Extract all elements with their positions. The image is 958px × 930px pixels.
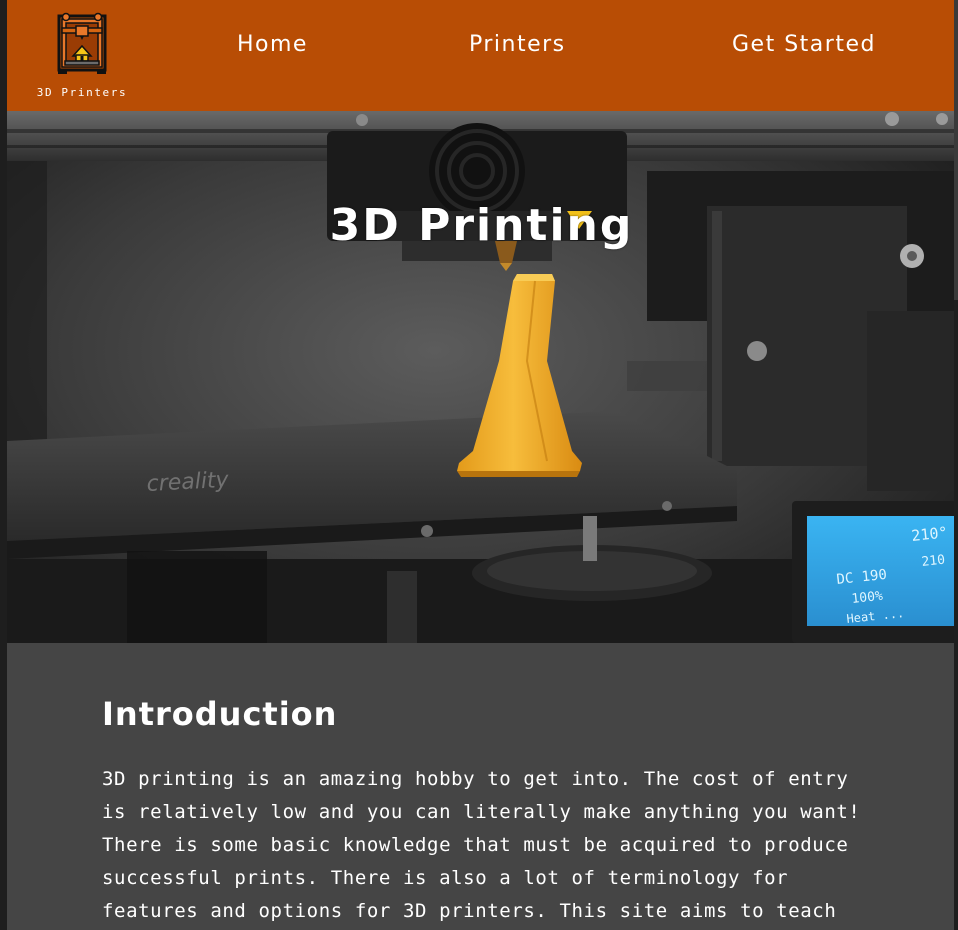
nav-link-home[interactable]: Home	[237, 32, 308, 57]
hero-title: 3D Printing	[329, 200, 634, 252]
intro-paragraph: 3D printing is an amazing hobby to get i…	[102, 768, 861, 922]
nav-link-printers[interactable]: Printers	[469, 32, 566, 57]
hero-banner: creality 210° 210 DC 190 100% Heat ... 3…	[7, 111, 956, 643]
scrollbar[interactable]	[954, 0, 958, 930]
logo-link[interactable]: 3D Printers	[33, 10, 131, 102]
3d-printer-icon	[57, 12, 107, 74]
page: 3D Printers Home Printers Get Started cr…	[7, 0, 956, 930]
svg-text:creality: creality	[146, 468, 230, 497]
nav-link-get-started[interactable]: Get Started	[732, 32, 876, 57]
logo-text: 3D Printers	[36, 86, 128, 99]
navbar: 3D Printers Home Printers Get Started	[7, 0, 956, 111]
screen-line-1: 210°	[911, 523, 949, 545]
hero-photo: creality 210° 210 DC 190 100% Heat ...	[7, 111, 956, 643]
intro-heading: Introduction	[102, 695, 338, 733]
scrollbar-thumb[interactable]	[954, 0, 958, 300]
screen-line-2: 210	[921, 553, 946, 570]
